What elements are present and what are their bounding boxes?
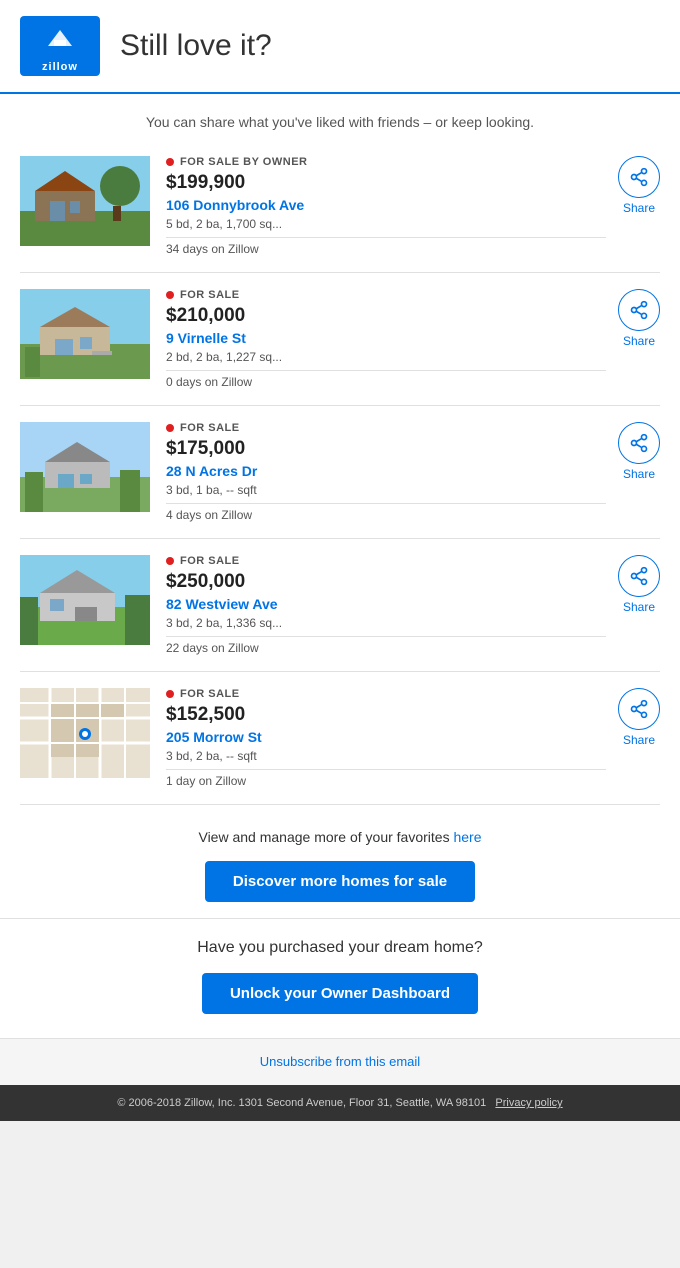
listing-image-5	[20, 688, 150, 778]
listing-badge-3: FOR SALE	[166, 422, 606, 434]
listing-days-2: 0 days on Zillow	[166, 375, 606, 389]
share-circle-icon-4	[618, 555, 660, 597]
listing-specs-3: 3 bd, 1 ba, -- sqft	[166, 483, 606, 504]
listing-details-4: FOR SALE $250,000 82 Westview Ave 3 bd, …	[166, 555, 606, 655]
share-button-5[interactable]: Share	[618, 688, 660, 747]
share-button-2[interactable]: Share	[618, 289, 660, 348]
listing-price-3: $175,000	[166, 438, 606, 460]
listing-days-5: 1 day on Zillow	[166, 774, 606, 788]
header: zillow Still love it?	[0, 0, 680, 94]
listing-item-3: FOR SALE $175,000 28 N Acres Dr 3 bd, 1 …	[20, 406, 660, 539]
listing-details-1: FOR SALE BY OWNER $199,900 106 Donnybroo…	[166, 156, 606, 256]
listing-badge-5: FOR SALE	[166, 688, 606, 700]
zillow-logo: zillow	[20, 16, 100, 76]
owner-section: Have you purchased your dream home? Unlo…	[0, 918, 680, 1038]
listing-specs-5: 3 bd, 2 ba, -- sqft	[166, 749, 606, 770]
subtitle-section: You can share what you've liked with fri…	[0, 94, 680, 140]
listing-days-4: 22 days on Zillow	[166, 641, 606, 655]
share-circle-icon-5	[618, 688, 660, 730]
listing-price-2: $210,000	[166, 305, 606, 327]
listing-badge-4: FOR SALE	[166, 555, 606, 567]
red-dot-icon-2	[166, 291, 174, 299]
listing-badge-1: FOR SALE BY OWNER	[166, 156, 606, 168]
share-label-4: Share	[623, 600, 655, 614]
listing-item-5: FOR SALE $152,500 205 Morrow St 3 bd, 2 …	[20, 672, 660, 805]
listing-days-1: 34 days on Zillow	[166, 242, 606, 256]
listing-image-2	[20, 289, 150, 379]
listing-address-3[interactable]: 28 N Acres Dr	[166, 463, 606, 479]
footer-text: © 2006-2018 Zillow, Inc. 1301 Second Ave…	[117, 1097, 486, 1109]
share-label-1: Share	[623, 201, 655, 215]
listing-image-3	[20, 422, 150, 512]
discover-homes-button[interactable]: Discover more homes for sale	[205, 861, 475, 902]
favorites-text: View and manage more of your favorites h…	[20, 829, 660, 845]
listings-section: FOR SALE BY OWNER $199,900 106 Donnybroo…	[0, 140, 680, 805]
owner-dashboard-button[interactable]: Unlock your Owner Dashboard	[202, 973, 478, 1014]
page-title: Still love it?	[120, 29, 272, 63]
listing-days-3: 4 days on Zillow	[166, 508, 606, 522]
listing-item-2: FOR SALE $210,000 9 Virnelle St 2 bd, 2 …	[20, 273, 660, 406]
listing-item-4: FOR SALE $250,000 82 Westview Ave 3 bd, …	[20, 539, 660, 672]
favorites-section: View and manage more of your favorites h…	[0, 805, 680, 918]
listing-address-1[interactable]: 106 Donnybrook Ave	[166, 197, 606, 213]
zillow-z-icon	[42, 20, 78, 61]
email-container: zillow Still love it? You can share what…	[0, 0, 680, 1121]
share-circle-icon-1	[618, 156, 660, 198]
share-button-4[interactable]: Share	[618, 555, 660, 614]
share-circle-icon-2	[618, 289, 660, 331]
listing-badge-2: FOR SALE	[166, 289, 606, 301]
zillow-wordmark: zillow	[42, 61, 78, 73]
share-label-3: Share	[623, 467, 655, 481]
listing-specs-1: 5 bd, 2 ba, 1,700 sq...	[166, 217, 606, 238]
listing-image-4	[20, 555, 150, 645]
listing-address-2[interactable]: 9 Virnelle St	[166, 330, 606, 346]
listing-item: FOR SALE BY OWNER $199,900 106 Donnybroo…	[20, 140, 660, 273]
listing-details-2: FOR SALE $210,000 9 Virnelle St 2 bd, 2 …	[166, 289, 606, 389]
share-circle-icon-3	[618, 422, 660, 464]
listing-details-5: FOR SALE $152,500 205 Morrow St 3 bd, 2 …	[166, 688, 606, 788]
listing-price-1: $199,900	[166, 172, 606, 194]
footer: © 2006-2018 Zillow, Inc. 1301 Second Ave…	[0, 1085, 680, 1121]
red-dot-icon-3	[166, 424, 174, 432]
privacy-policy-link[interactable]: Privacy policy	[495, 1097, 562, 1109]
owner-text: Have you purchased your dream home?	[20, 939, 660, 957]
red-dot-icon-4	[166, 557, 174, 565]
red-dot-icon	[166, 158, 174, 166]
listing-price-5: $152,500	[166, 704, 606, 726]
share-label-2: Share	[623, 334, 655, 348]
red-dot-icon-5	[166, 690, 174, 698]
listing-specs-4: 3 bd, 2 ba, 1,336 sq...	[166, 616, 606, 637]
listing-address-5[interactable]: 205 Morrow St	[166, 729, 606, 745]
unsubscribe-section: Unsubscribe from this email	[0, 1038, 680, 1085]
share-label-5: Share	[623, 733, 655, 747]
listing-specs-2: 2 bd, 2 ba, 1,227 sq...	[166, 350, 606, 371]
share-button-1[interactable]: Share	[618, 156, 660, 215]
share-button-3[interactable]: Share	[618, 422, 660, 481]
unsubscribe-link[interactable]: Unsubscribe from this email	[260, 1054, 420, 1069]
subtitle-text: You can share what you've liked with fri…	[20, 114, 660, 130]
listing-address-4[interactable]: 82 Westview Ave	[166, 596, 606, 612]
listing-image-1	[20, 156, 150, 246]
favorites-link[interactable]: here	[453, 829, 481, 845]
listing-price-4: $250,000	[166, 571, 606, 593]
listing-details-3: FOR SALE $175,000 28 N Acres Dr 3 bd, 1 …	[166, 422, 606, 522]
